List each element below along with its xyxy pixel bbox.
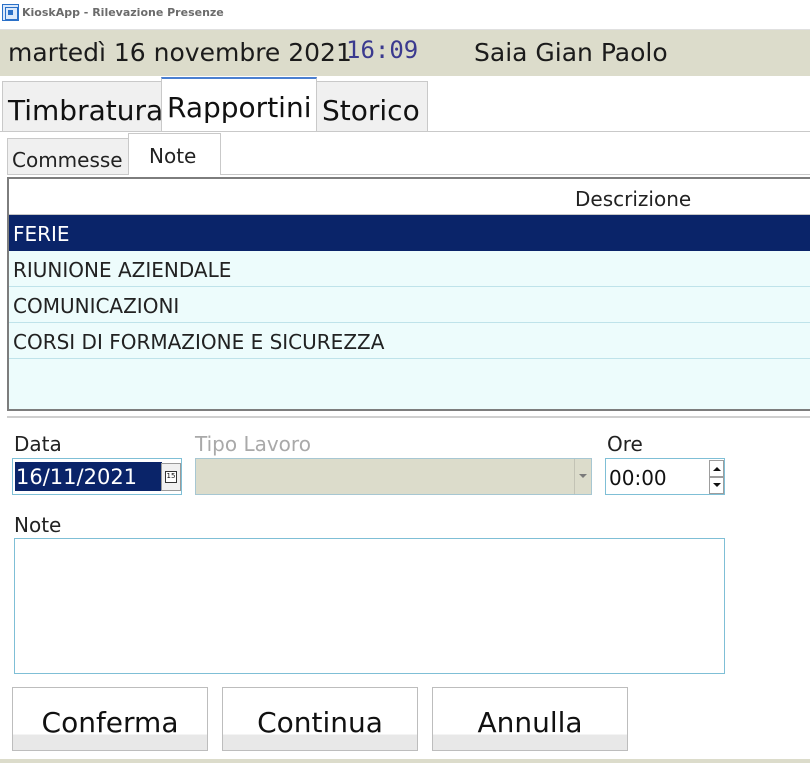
- calendar-button[interactable]: 15: [161, 463, 181, 491]
- tab-rapportini[interactable]: Rapportini: [161, 77, 317, 132]
- conferma-button[interactable]: Conferma: [12, 687, 208, 751]
- column-header-descrizione[interactable]: Descrizione: [575, 187, 691, 211]
- grid-empty-row: [9, 359, 810, 409]
- grid-row-corsi-formazione[interactable]: CORSI DI FORMAZIONE E SICUREZZA: [9, 323, 810, 359]
- tipo-lavoro-dropdown-button[interactable]: [574, 459, 591, 494]
- data-label: Data: [14, 432, 62, 456]
- spin-down-icon[interactable]: [709, 477, 724, 494]
- subtab-commesse[interactable]: Commesse: [7, 138, 129, 175]
- chevron-down-icon: [579, 474, 587, 478]
- date-input[interactable]: 16/11/2021: [15, 462, 162, 491]
- spin-up-icon[interactable]: [709, 460, 724, 477]
- current-time: 16:09: [346, 36, 419, 64]
- user-name: Saia Gian Paolo: [474, 38, 668, 67]
- note-textarea[interactable]: [14, 538, 725, 674]
- annulla-button[interactable]: Annulla: [432, 687, 628, 751]
- subtab-divider: [221, 174, 810, 175]
- grid-row-riunione-aziendale[interactable]: RIUNIONE AZIENDALE: [9, 251, 810, 287]
- tipo-lavoro-label: Tipo Lavoro: [195, 432, 311, 456]
- main-tab-strip: Timbratura Storico Rapportini: [0, 76, 810, 132]
- grid-row-ferie[interactable]: FERIE: [9, 215, 810, 251]
- ore-input[interactable]: 00:00: [609, 466, 667, 490]
- header-bar: martedì 16 novembre 2021 16:09 Saia Gian…: [0, 30, 810, 76]
- notes-grid: Descrizione FERIE RIUNIONE AZIENDALE COM…: [7, 177, 810, 411]
- window-bottom-edge: [0, 759, 810, 763]
- subtab-divider-left: [7, 174, 128, 175]
- ore-stepper[interactable]: 00:00: [605, 458, 725, 495]
- subtab-note[interactable]: Note: [128, 133, 221, 175]
- window-title: KioskApp - Rilevazione Presenze: [22, 6, 224, 19]
- form-separator: [7, 416, 810, 418]
- app-icon: [2, 4, 19, 21]
- calendar-icon: 15: [165, 471, 177, 483]
- current-date: martedì 16 novembre 2021: [8, 38, 352, 67]
- date-picker[interactable]: 16/11/2021 15: [12, 458, 182, 495]
- title-bar: KioskApp - Rilevazione Presenze: [0, 0, 810, 30]
- grid-header: Descrizione: [9, 179, 810, 215]
- continua-button[interactable]: Continua: [222, 687, 418, 751]
- tab-panel-divider: [0, 131, 810, 132]
- grid-row-comunicazioni[interactable]: COMUNICAZIONI: [9, 287, 810, 323]
- ore-label: Ore: [607, 432, 643, 456]
- tab-storico[interactable]: Storico: [316, 81, 428, 131]
- tipo-lavoro-select[interactable]: [195, 458, 592, 495]
- note-label: Note: [14, 513, 62, 537]
- tab-timbratura[interactable]: Timbratura: [2, 81, 162, 131]
